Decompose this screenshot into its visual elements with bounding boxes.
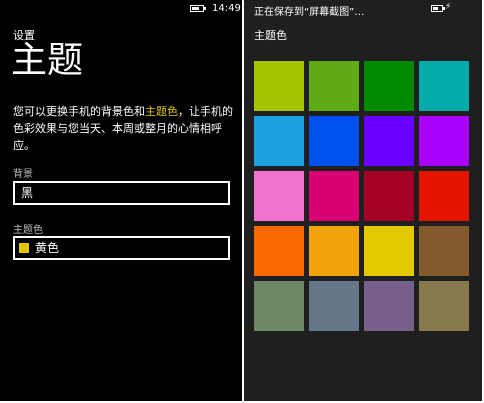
accent-color-grid xyxy=(254,61,469,331)
accent-color-tile[interactable] xyxy=(364,61,414,111)
accent-color-tile[interactable] xyxy=(254,171,304,221)
accent-color-value: 黄色 xyxy=(35,241,60,255)
background-label: 背景 xyxy=(13,169,33,180)
accent-color-tile[interactable] xyxy=(254,226,304,276)
accent-color-tile[interactable] xyxy=(419,171,469,221)
accent-color-tile[interactable] xyxy=(254,281,304,331)
accent-color-tile[interactable] xyxy=(309,226,359,276)
accent-color-tile[interactable] xyxy=(309,116,359,166)
accent-color-picker[interactable]: 黄色 xyxy=(13,236,230,260)
clock: 14:49 xyxy=(212,3,241,14)
status-bar: 14:49 xyxy=(0,0,242,18)
battery-icon xyxy=(190,5,206,12)
charging-icon: ⚡ xyxy=(445,2,452,12)
accent-color-tile[interactable] xyxy=(254,61,304,111)
page-title: 主题 xyxy=(11,40,84,81)
accent-color-tile[interactable] xyxy=(419,61,469,111)
accent-color-tile[interactable] xyxy=(254,116,304,166)
status-message: 正在保存到“屏幕截图”… xyxy=(254,7,365,18)
accent-color-tile[interactable] xyxy=(364,226,414,276)
accent-color-screen: 正在保存到“屏幕截图”… ⚡ 主题色 xyxy=(244,0,482,401)
accent-color-tile[interactable] xyxy=(309,171,359,221)
accent-color-tile[interactable] xyxy=(419,116,469,166)
description-prefix: 您可以更换手机的背景色和 xyxy=(13,105,145,118)
accent-color-tile[interactable] xyxy=(309,281,359,331)
accent-color-tile[interactable] xyxy=(364,116,414,166)
accent-color-tile[interactable] xyxy=(309,61,359,111)
accent-color-tile[interactable] xyxy=(419,281,469,331)
accent-color-label: 主题色 xyxy=(13,225,43,236)
battery-icon xyxy=(431,5,445,12)
description-accent-link: 主题色 xyxy=(145,105,178,118)
background-picker[interactable]: 黑 xyxy=(13,181,230,205)
settings-screen: 14:49 设置 主题 您可以更换手机的背景色和主题色，让手机的色彩效果与您当天… xyxy=(0,0,242,401)
accent-grid-title: 主题色 xyxy=(254,29,287,42)
accent-color-tile[interactable] xyxy=(364,171,414,221)
accent-swatch-icon xyxy=(19,243,29,253)
background-value: 黑 xyxy=(21,186,34,200)
theme-description: 您可以更换手机的背景色和主题色，让手机的色彩效果与您当天、本周或整月的心情相呼应… xyxy=(13,103,235,154)
accent-color-tile[interactable] xyxy=(419,226,469,276)
status-bar: 正在保存到“屏幕截图”… ⚡ xyxy=(244,0,482,18)
accent-color-tile[interactable] xyxy=(364,281,414,331)
